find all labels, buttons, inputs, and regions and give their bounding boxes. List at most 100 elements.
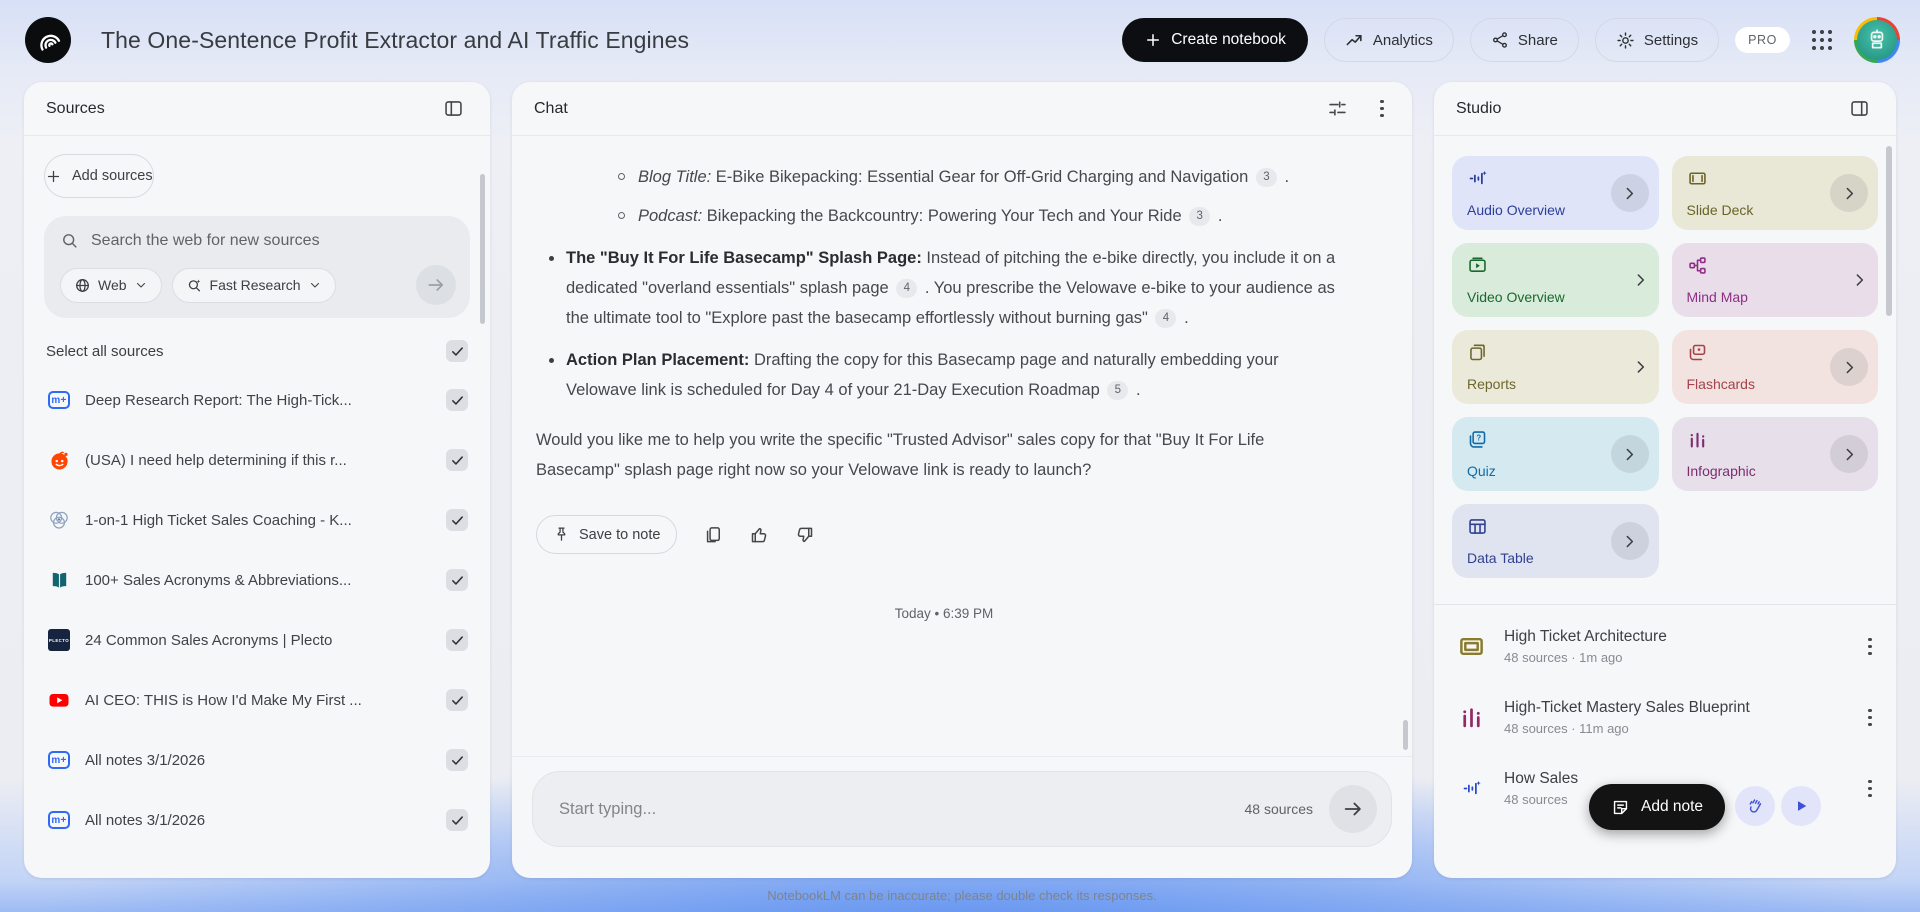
analytics-button[interactable]: Analytics <box>1324 18 1454 62</box>
chevron-right-icon[interactable] <box>1611 435 1649 473</box>
source-checkbox[interactable] <box>446 809 468 831</box>
send-button[interactable] <box>1329 785 1377 833</box>
chevron-right-icon[interactable] <box>1632 359 1649 376</box>
thumbs-up-icon[interactable] <box>749 525 769 545</box>
source-item[interactable]: m+Deep Research Report: The High-Tick... <box>24 370 490 430</box>
web-search-box[interactable]: Search the web for new sources Web Fast … <box>44 216 470 318</box>
chevron-right-icon[interactable] <box>1611 174 1649 212</box>
tile-label: Slide Deck <box>1687 202 1754 218</box>
chat-scrollbar[interactable] <box>1403 720 1408 750</box>
collapse-panel-icon[interactable] <box>1845 94 1874 123</box>
disclaimer-text: NotebookLM can be inaccurate; please dou… <box>512 888 1412 903</box>
share-button[interactable]: Share <box>1470 18 1579 62</box>
select-all-checkbox[interactable] <box>446 340 468 362</box>
avatar[interactable] <box>1854 17 1900 63</box>
plus-icon <box>1144 31 1162 49</box>
chevron-right-icon[interactable] <box>1851 272 1868 289</box>
studio-tile-video-overview[interactable]: Video Overview <box>1452 243 1659 317</box>
notebooklm-notes-icon: m+ <box>48 751 70 769</box>
citation-chip[interactable]: 3 <box>1189 207 1210 226</box>
chevron-right-icon[interactable] <box>1632 272 1649 289</box>
chevron-right-icon[interactable] <box>1830 348 1868 386</box>
interactive-mode-button[interactable] <box>1735 786 1775 826</box>
bullet-marker <box>618 173 625 180</box>
artifact-menu-icon[interactable] <box>1862 632 1878 662</box>
create-notebook-button[interactable]: Create notebook <box>1122 18 1308 62</box>
source-item[interactable]: 100+ Sales Acronyms & Abbreviations... <box>24 550 490 610</box>
source-checkbox[interactable] <box>446 689 468 711</box>
collapse-panel-icon[interactable] <box>439 94 468 123</box>
source-item[interactable]: m+ All notes 3/1/2026 <box>24 730 490 790</box>
chat-paragraph: Would you like me to help you write the … <box>536 425 1336 485</box>
source-checkbox[interactable] <box>446 629 468 651</box>
reports-icon <box>1467 342 1488 363</box>
studio-tile-audio-overview[interactable]: Audio Overview <box>1452 156 1659 230</box>
play-button[interactable] <box>1781 786 1821 826</box>
slide-olive-icon <box>1458 633 1485 660</box>
notebook-title[interactable]: The One-Sentence Profit Extractor and AI… <box>101 27 689 54</box>
tile-label: Mind Map <box>1687 289 1748 305</box>
research-mode-chip[interactable]: Fast Research <box>172 268 336 303</box>
citation-chip[interactable]: 5 <box>1107 381 1128 400</box>
slide-deck-icon <box>1687 168 1708 189</box>
source-title: All notes 3/1/2026 <box>85 752 205 769</box>
citation-chip[interactable]: 4 <box>896 279 917 298</box>
apps-grid-icon[interactable] <box>1812 30 1832 50</box>
chat-menu-icon[interactable] <box>1374 94 1390 124</box>
thumbs-down-icon[interactable] <box>795 525 815 545</box>
chat-settings-icon[interactable] <box>1323 94 1352 123</box>
studio-artifact-row[interactable]: High Ticket Architecture48 sources · 1m … <box>1434 611 1896 682</box>
add-note-button[interactable]: Add note <box>1589 784 1725 830</box>
chevron-right-icon[interactable] <box>1830 174 1868 212</box>
chevron-right-icon[interactable] <box>1611 522 1649 560</box>
search-submit-button[interactable] <box>416 265 456 305</box>
studio-tile-mind-map[interactable]: Mind Map <box>1672 243 1879 317</box>
studio-tile-infographic[interactable]: Infographic <box>1672 417 1879 491</box>
source-checkbox[interactable] <box>446 509 468 531</box>
web-source-chip[interactable]: Web <box>60 268 162 303</box>
source-item[interactable]: AI CEO: THIS is How I'd Make My First ..… <box>24 670 490 730</box>
artifact-menu-icon[interactable] <box>1862 703 1878 733</box>
artifact-menu-icon[interactable] <box>1862 774 1878 804</box>
studio-tile-slide-deck[interactable]: Slide Deck <box>1672 156 1879 230</box>
studio-tile-flashcards[interactable]: Flashcards <box>1672 330 1879 404</box>
studio-tile-reports[interactable]: Reports <box>1452 330 1659 404</box>
venn-icon <box>47 508 71 532</box>
studio-panel-title: Studio <box>1456 100 1501 118</box>
chevron-right-icon[interactable] <box>1830 435 1868 473</box>
studio-artifact-row[interactable]: High-Ticket Mastery Sales Blueprint48 so… <box>1434 682 1896 753</box>
citation-chip[interactable]: 4 <box>1155 309 1176 328</box>
chat-transcript[interactable]: Blog Title: E-Bike Bikepacking: Essentia… <box>512 136 1412 756</box>
source-item[interactable]: 1-on-1 High Ticket Sales Coaching - K... <box>24 490 490 550</box>
share-icon <box>1491 31 1509 49</box>
chat-panel-title: Chat <box>534 100 568 118</box>
select-all-label: Select all sources <box>46 343 164 360</box>
search-sparkle-icon <box>186 277 203 294</box>
source-checkbox[interactable] <box>446 569 468 591</box>
tile-label: Flashcards <box>1687 376 1755 392</box>
save-to-note-button[interactable]: Save to note <box>536 515 677 554</box>
settings-button[interactable]: Settings <box>1595 18 1719 62</box>
audio-waveform-icon <box>1461 778 1482 799</box>
studio-tile-data-table[interactable]: Data Table <box>1452 504 1659 578</box>
youtube-icon <box>47 688 71 712</box>
studio-scrollbar[interactable] <box>1886 146 1892 316</box>
source-item[interactable]: PLECTO24 Common Sales Acronyms | Plecto <box>24 610 490 670</box>
source-item[interactable]: m+All notes 3/1/2026 <box>24 790 490 850</box>
source-item[interactable]: (USA) I need help determining if this r.… <box>24 430 490 490</box>
notebooklm-logo-icon[interactable] <box>25 17 71 63</box>
source-checkbox[interactable] <box>446 449 468 471</box>
source-title: Deep Research Report: The High-Tick... <box>85 392 352 409</box>
source-checkbox[interactable] <box>446 389 468 411</box>
add-sources-button[interactable]: Add sources <box>44 154 154 198</box>
source-checkbox[interactable] <box>446 749 468 771</box>
copy-icon[interactable] <box>703 525 723 545</box>
sources-scrollbar[interactable] <box>480 174 485 324</box>
chat-input[interactable]: Start typing... 48 sources <box>532 771 1392 847</box>
citation-chip[interactable]: 3 <box>1256 168 1277 187</box>
data-table-icon <box>1467 516 1488 537</box>
search-input[interactable]: Search the web for new sources <box>91 232 320 250</box>
artifact-meta: 48 sources <box>1504 792 1578 807</box>
audio-waveform-icon <box>1467 168 1488 189</box>
studio-tile-quiz[interactable]: ?Quiz <box>1452 417 1659 491</box>
